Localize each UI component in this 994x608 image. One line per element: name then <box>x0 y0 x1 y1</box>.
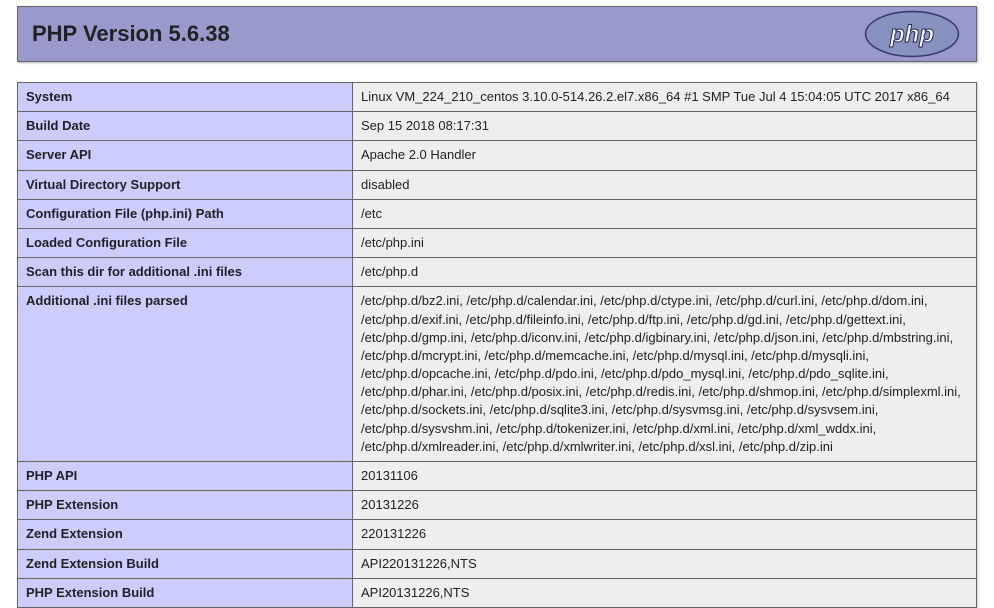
page-title: PHP Version 5.6.38 <box>32 21 230 47</box>
table-row: Virtual Directory Supportdisabled <box>18 170 977 199</box>
row-value: 20131226 <box>353 491 977 520</box>
row-value: Linux VM_224_210_centos 3.10.0-514.26.2.… <box>353 83 977 112</box>
row-label: Zend Extension <box>18 520 353 549</box>
row-value: API20131226,NTS <box>353 578 977 607</box>
phpinfo-header: PHP Version 5.6.38 php <box>17 6 977 62</box>
phpinfo-table: SystemLinux VM_224_210_centos 3.10.0-514… <box>17 82 977 608</box>
row-value: /etc/php.ini <box>353 228 977 257</box>
row-label: PHP Extension Build <box>18 578 353 607</box>
row-label: Build Date <box>18 112 353 141</box>
php-logo-icon: php <box>862 10 962 58</box>
table-row: Zend Extension220131226 <box>18 520 977 549</box>
table-row: Loaded Configuration File/etc/php.ini <box>18 228 977 257</box>
row-label: Loaded Configuration File <box>18 228 353 257</box>
row-label: PHP Extension <box>18 491 353 520</box>
row-value: disabled <box>353 170 977 199</box>
row-value: /etc/php.d <box>353 258 977 287</box>
row-label: Virtual Directory Support <box>18 170 353 199</box>
row-label: Configuration File (php.ini) Path <box>18 199 353 228</box>
table-row: Server APIApache 2.0 Handler <box>18 141 977 170</box>
row-label: Scan this dir for additional .ini files <box>18 258 353 287</box>
table-row: PHP Extension BuildAPI20131226,NTS <box>18 578 977 607</box>
table-row: SystemLinux VM_224_210_centos 3.10.0-514… <box>18 83 977 112</box>
row-label: Server API <box>18 141 353 170</box>
row-value: /etc <box>353 199 977 228</box>
row-value: 20131106 <box>353 462 977 491</box>
table-row: PHP Extension20131226 <box>18 491 977 520</box>
row-value: Sep 15 2018 08:17:31 <box>353 112 977 141</box>
table-row: Configuration File (php.ini) Path/etc <box>18 199 977 228</box>
row-label: System <box>18 83 353 112</box>
table-row: PHP API20131106 <box>18 462 977 491</box>
table-row: Scan this dir for additional .ini files/… <box>18 258 977 287</box>
row-label: PHP API <box>18 462 353 491</box>
row-label: Additional .ini files parsed <box>18 287 353 462</box>
table-row: Additional .ini files parsed/etc/php.d/b… <box>18 287 977 462</box>
row-value: 220131226 <box>353 520 977 549</box>
svg-text:php: php <box>889 21 934 48</box>
table-row: Build DateSep 15 2018 08:17:31 <box>18 112 977 141</box>
row-value: Apache 2.0 Handler <box>353 141 977 170</box>
row-value: /etc/php.d/bz2.ini, /etc/php.d/calendar.… <box>353 287 977 462</box>
